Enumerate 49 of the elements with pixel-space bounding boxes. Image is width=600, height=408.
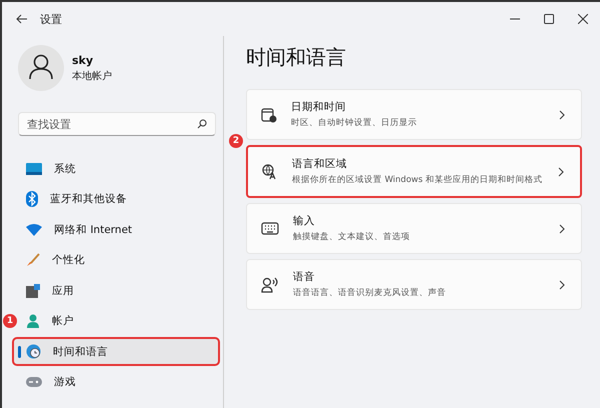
maximize-icon <box>544 14 554 24</box>
account-name: sky <box>72 54 94 66</box>
sidebar-item[interactable]: 个性化 <box>14 248 218 272</box>
gamepad-icon <box>26 377 42 387</box>
language-icon <box>262 164 278 180</box>
globe-clock-icon <box>26 344 41 359</box>
card-title: 输入 <box>293 214 316 228</box>
settings-card[interactable]: 语音 语音语言、语音识别麦克风设置、声音 <box>246 259 582 310</box>
window-title: 设置 <box>40 12 62 26</box>
callout-badge: 2 <box>229 134 243 148</box>
sidebar-item[interactable]: 网络和 Internet <box>14 217 218 242</box>
keyboard-icon <box>261 222 279 235</box>
sidebar-item[interactable]: 应用 <box>14 278 218 303</box>
person-icon <box>26 314 40 328</box>
settings-card[interactable]: 输入 触摸键盘、文本建议、首选项 <box>246 203 582 254</box>
calendar-clock-icon <box>261 106 277 122</box>
settings-card[interactable]: 日期和时间 时区、自动时钟设置、日历显示 <box>246 89 582 140</box>
chevron-right-icon <box>559 224 565 234</box>
speaking-person-icon <box>261 276 279 292</box>
apps-icon <box>26 284 40 298</box>
monitor-icon <box>26 162 42 174</box>
settings-card[interactable]: 语言和区域 根据你所在的区域设置 Windows 和某些应用的日期和时间格式 <box>246 145 582 198</box>
sidebar-item[interactable]: 系统 <box>14 156 218 181</box>
card-title: 语音 <box>293 270 316 284</box>
chevron-right-icon <box>559 110 565 120</box>
search-field[interactable]: 查找设置 <box>18 112 216 136</box>
sidebar-item[interactable]: 时间和语言 <box>14 339 218 364</box>
sidebar-item[interactable]: 蓝牙和其他设备 <box>14 186 218 212</box>
sidebar-item[interactable]: 帐户 <box>14 308 218 334</box>
page-title: 时间和语言 <box>246 44 347 71</box>
card-title: 语言和区域 <box>292 157 348 171</box>
sidebar-item[interactable]: 游戏 <box>14 370 218 394</box>
card-subtitle: 触摸键盘、文本建议、首选项 <box>293 231 411 243</box>
chevron-right-icon <box>558 166 564 176</box>
card-subtitle: 根据你所在的区域设置 Windows 和某些应用的日期和时间格式 <box>292 174 544 186</box>
selection-indicator <box>18 346 21 358</box>
account-type: 本地帐户 <box>72 70 112 82</box>
avatar <box>18 45 64 91</box>
wifi-icon <box>26 224 42 236</box>
card-subtitle: 语音语言、语音识别麦克风设置、声音 <box>293 287 447 299</box>
close-icon <box>578 14 588 24</box>
chevron-right-icon <box>559 280 565 290</box>
card-subtitle: 时区、自动时钟设置、日历显示 <box>291 117 418 129</box>
brush-icon <box>26 253 40 267</box>
bluetooth-icon <box>26 191 38 207</box>
back-arrow-icon[interactable] <box>16 14 28 24</box>
search-icon <box>197 119 207 129</box>
card-title: 日期和时间 <box>291 100 347 114</box>
callout-badge: 1 <box>3 314 17 328</box>
